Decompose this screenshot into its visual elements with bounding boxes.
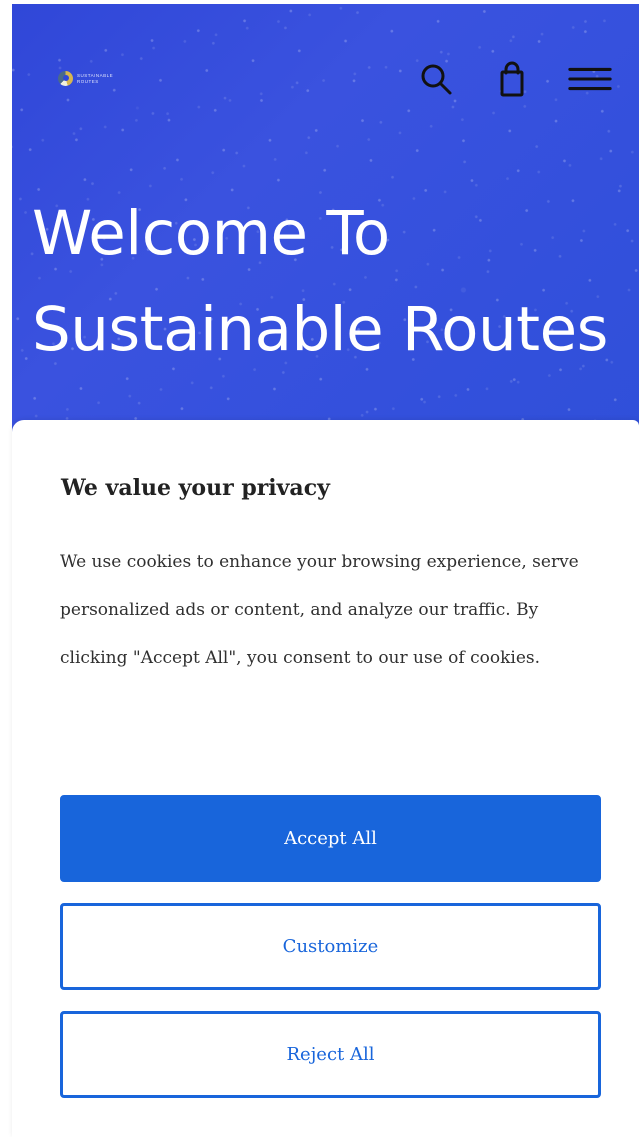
shopping-bag-icon bbox=[500, 61, 524, 97]
consent-title: We value your privacy bbox=[61, 475, 330, 501]
cookie-consent-panel: We value your privacy We use cookies to … bbox=[12, 420, 639, 1137]
hamburger-menu-icon bbox=[568, 67, 612, 91]
logo-icon bbox=[58, 70, 73, 86]
logo-line-1: Sustainable bbox=[77, 72, 114, 78]
customize-button[interactable]: Customize bbox=[60, 903, 601, 990]
hero-title: Welcome To Sustainable Routes bbox=[32, 198, 608, 365]
logo-line-2: Routes bbox=[77, 78, 99, 84]
accept-all-button[interactable]: Accept All bbox=[60, 795, 601, 882]
site-logo[interactable]: Sustainable Routes bbox=[58, 67, 140, 89]
site-header: Sustainable Routes bbox=[12, 4, 639, 144]
consent-description: We use cookies to enhance your browsing … bbox=[60, 552, 579, 668]
page: Sustainable Routes bbox=[0, 0, 639, 1137]
search-icon bbox=[421, 64, 452, 95]
cart-button[interactable] bbox=[489, 56, 535, 102]
reject-all-button[interactable]: Reject All bbox=[60, 1011, 601, 1098]
menu-button[interactable] bbox=[567, 56, 613, 102]
logo-text: Sustainable Routes bbox=[77, 73, 113, 84]
search-button[interactable] bbox=[413, 56, 459, 102]
